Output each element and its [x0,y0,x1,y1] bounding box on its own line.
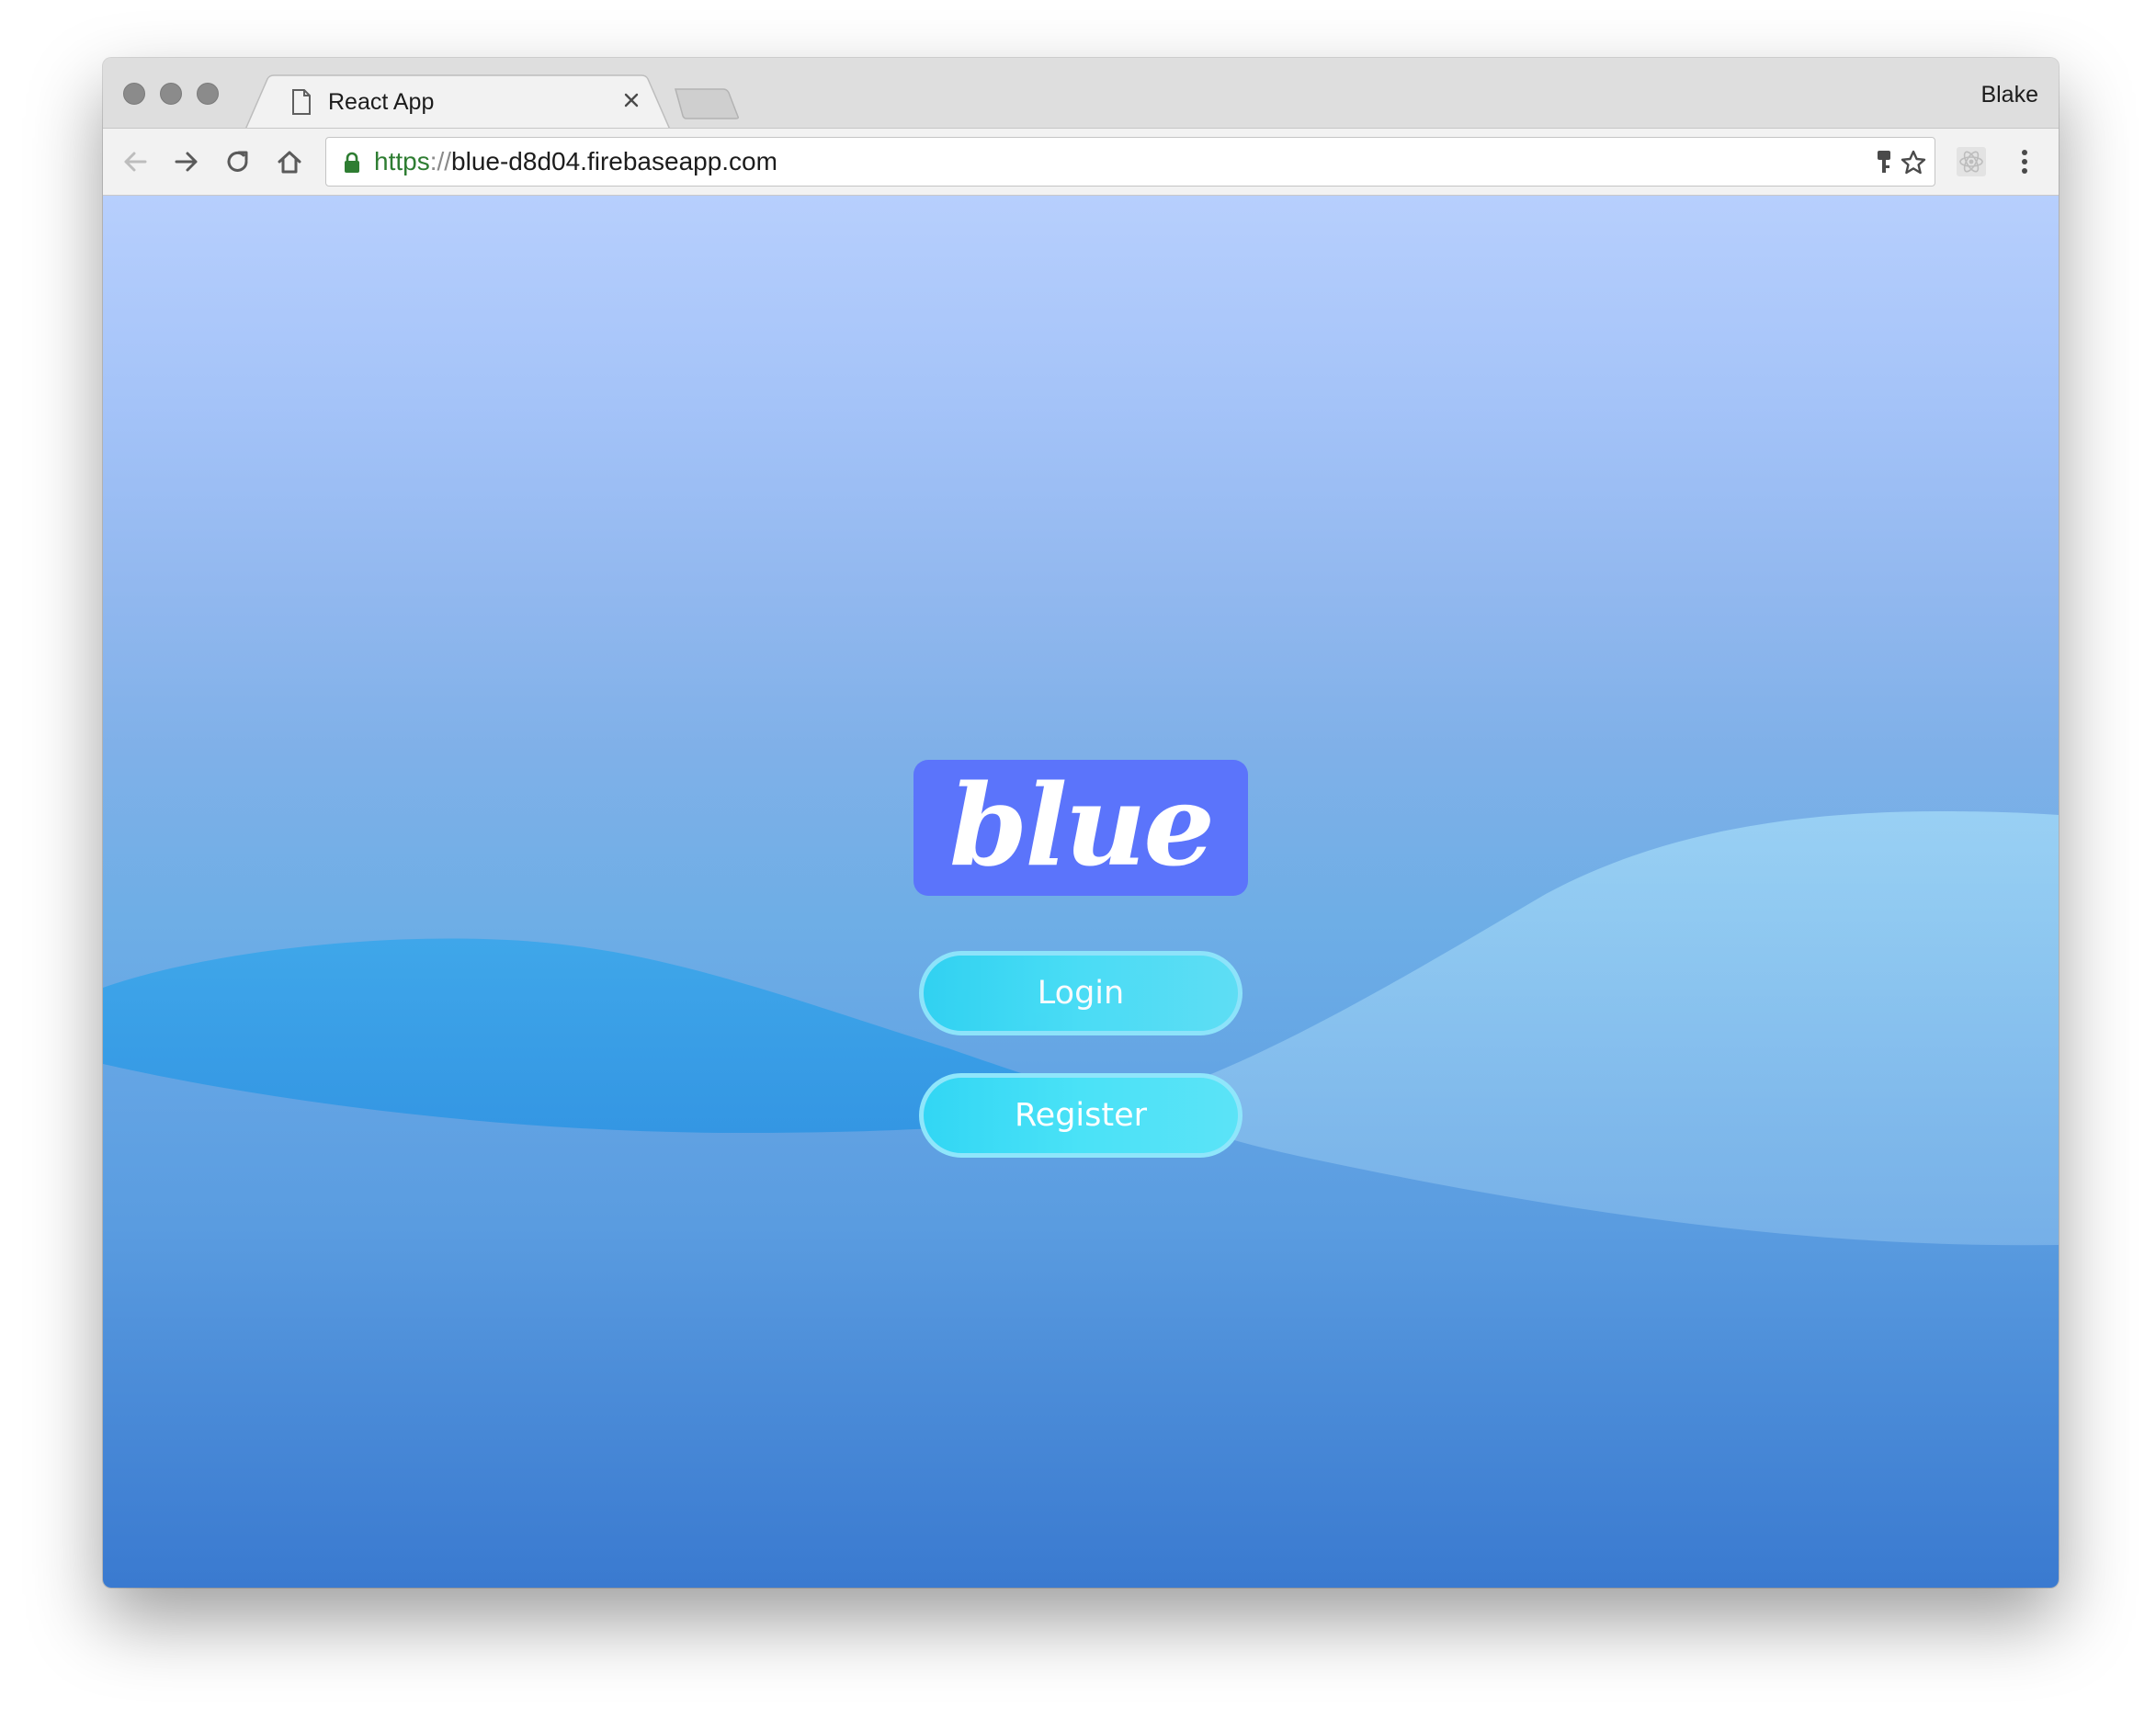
register-button[interactable]: Register [919,1073,1243,1158]
home-icon[interactable] [272,144,307,179]
new-tab-button[interactable] [674,87,742,120]
tab-react-app[interactable]: React App [245,74,670,130]
close-window-icon[interactable] [123,83,145,105]
page-content: blue Login Register [103,196,2059,1588]
url-scheme: https [374,147,430,175]
browser-window: React App Blake https://blue-d8d04.fireb… [103,58,2059,1588]
page-icon [291,89,312,115]
url-text[interactable]: https://blue-d8d04.firebaseapp.com [374,146,777,177]
logo-text: blue [949,759,1215,891]
lock-icon [343,152,361,174]
profile-name[interactable]: Blake [1980,80,2038,109]
key-icon[interactable] [1870,149,1898,176]
address-bar[interactable]: https://blue-d8d04.firebaseapp.com [325,137,1935,187]
zoom-window-icon[interactable] [197,83,219,105]
url-host: blue-d8d04.firebaseapp.com [451,147,777,175]
browser-toolbar: https://blue-d8d04.firebaseapp.com [103,128,2059,196]
arrow-right-icon[interactable] [169,144,204,179]
kebab-menu-icon[interactable] [2007,144,2042,179]
tab-title: React App [328,89,435,115]
close-icon[interactable] [620,89,642,111]
arrow-left-icon[interactable] [118,144,153,179]
login-button[interactable]: Login [919,951,1243,1035]
react-devtools-icon[interactable] [1954,144,1989,179]
reload-icon[interactable] [221,144,255,179]
minimize-window-icon[interactable] [160,83,182,105]
url-separator: :// [429,147,452,175]
logo: blue [913,759,1248,896]
star-icon[interactable] [1900,149,1927,176]
tab-strip: React App Blake [103,58,2059,130]
